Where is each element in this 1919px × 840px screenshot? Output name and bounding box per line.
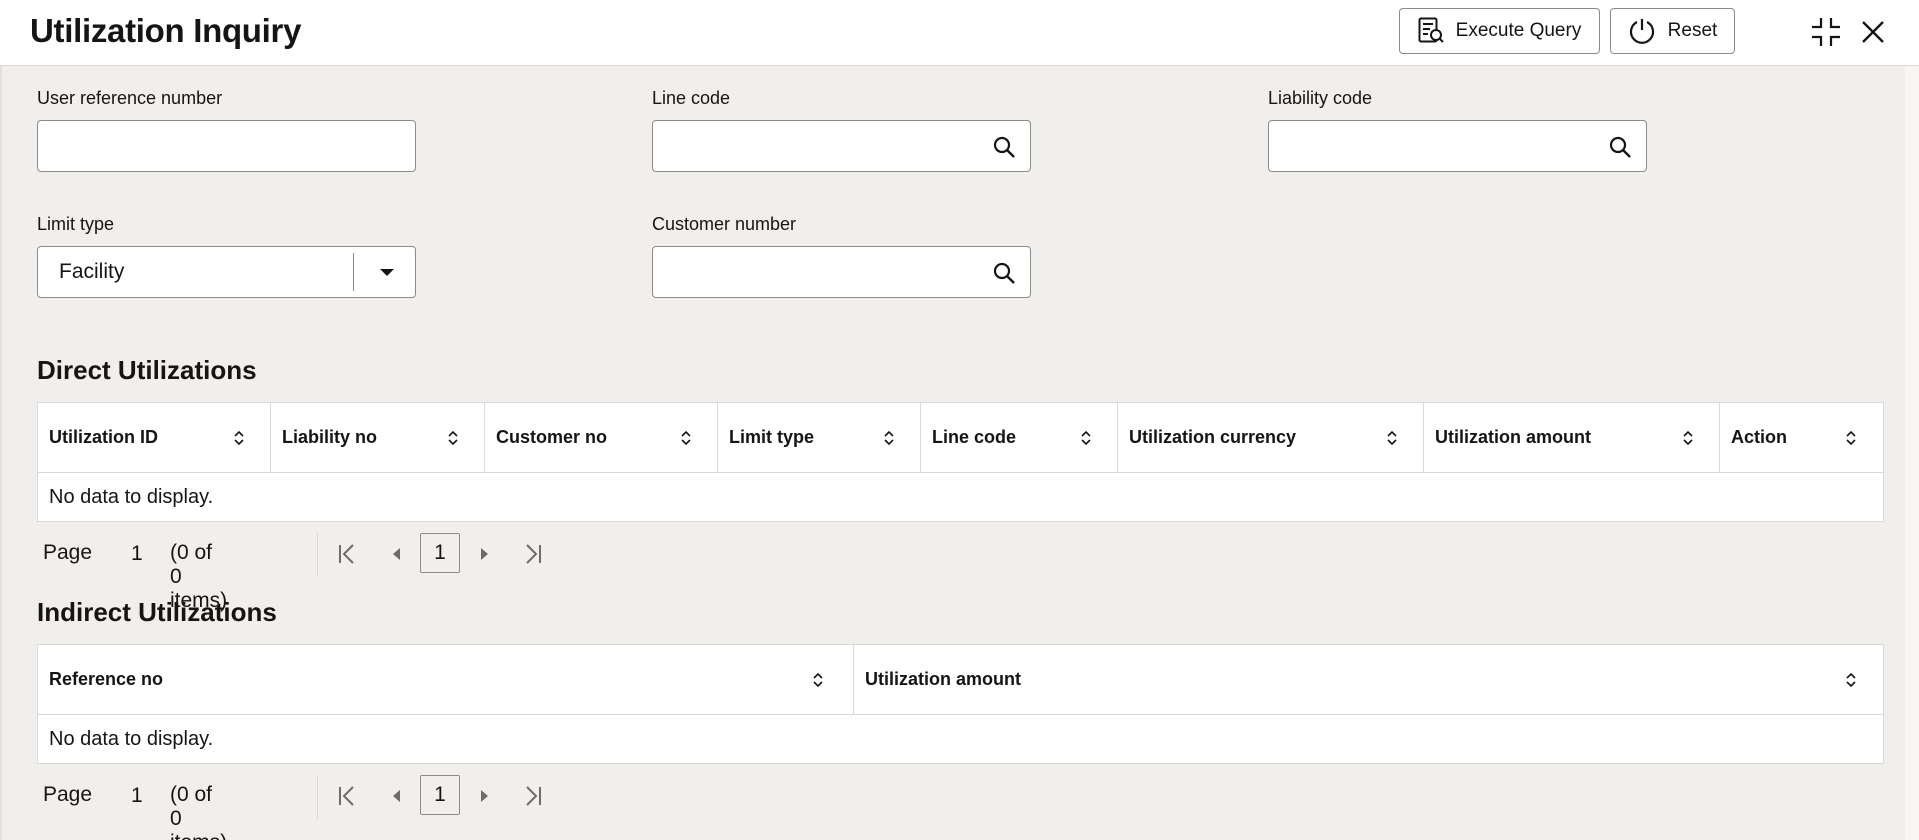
direct-utilizations-table: Utilization ID Liability no Customer no … (37, 402, 1884, 522)
line-code-label: Line code (652, 88, 731, 108)
limit-type-label: Limit type (37, 214, 115, 234)
sort-icon[interactable] (1682, 429, 1694, 447)
indirect-utilizations-table: Reference no Utilization amount No data … (37, 644, 1884, 764)
search-icon[interactable] (1608, 135, 1632, 159)
liability-code-label: Liability code (1268, 88, 1373, 108)
column-label: Liability no (282, 427, 378, 447)
column-label: Limit type (729, 427, 815, 447)
left-edge (0, 66, 2, 840)
sort-icon[interactable] (447, 429, 459, 447)
sort-icon[interactable] (1845, 429, 1857, 447)
close-icon[interactable] (1855, 14, 1891, 50)
reset-button[interactable]: Reset (1610, 8, 1735, 54)
first-page-icon[interactable] (337, 785, 359, 807)
previous-page-icon[interactable] (386, 543, 408, 565)
column-label: Utilization ID (49, 427, 158, 447)
column-label: Line code (932, 427, 1017, 447)
previous-page-icon[interactable] (386, 785, 408, 807)
line-code-input[interactable] (653, 121, 1030, 171)
sort-icon[interactable] (1080, 429, 1092, 447)
column-header[interactable]: Customer no (485, 403, 718, 473)
liability-code-field[interactable] (1268, 120, 1647, 172)
scroll-edge (1905, 66, 1919, 840)
page-title: Utilization Inquiry (30, 12, 302, 49)
next-page-icon[interactable] (473, 785, 495, 807)
column-label: Customer no (496, 427, 608, 447)
next-page-icon[interactable] (473, 543, 495, 565)
column-header[interactable]: Utilization amount (1424, 403, 1720, 473)
page-label: Page (43, 783, 93, 806)
items-count: (0 of 0 items) (170, 783, 227, 840)
table-header: Reference no Utilization amount (38, 645, 1883, 715)
first-page-icon[interactable] (337, 543, 359, 565)
limit-type-value: Facility (59, 260, 125, 283)
column-header[interactable]: Utilization currency (1118, 403, 1424, 473)
customer-number-field[interactable] (652, 246, 1031, 298)
column-header[interactable]: Line code (921, 403, 1118, 473)
search-icon[interactable] (992, 135, 1016, 159)
power-icon (1629, 19, 1654, 44)
limit-type-select[interactable]: Facility (37, 246, 416, 298)
column-header[interactable]: Reference no (38, 645, 854, 715)
column-label: Action (1731, 427, 1787, 447)
customer-number-label: Customer number (652, 214, 797, 234)
user-reference-field[interactable] (37, 120, 416, 172)
last-page-icon[interactable] (521, 543, 543, 565)
search-icon[interactable] (992, 261, 1016, 285)
column-label: Utilization amount (865, 669, 1021, 689)
execute-query-icon (1418, 17, 1444, 43)
sort-icon[interactable] (1845, 671, 1857, 689)
column-label: Utilization currency (1129, 427, 1297, 447)
sort-icon[interactable] (680, 429, 692, 447)
page-label: Page (43, 541, 93, 564)
user-reference-input[interactable] (38, 121, 415, 171)
select-divider (353, 253, 354, 291)
last-page-icon[interactable] (521, 785, 543, 807)
empty-message: No data to display. (49, 728, 214, 750)
empty-message: No data to display. (49, 486, 214, 508)
reset-label: Reset (1667, 20, 1718, 41)
indirect-utilizations-title: Indirect Utilizations (37, 597, 277, 627)
column-header[interactable]: Liability no (271, 403, 485, 473)
column-header[interactable]: Utilization ID (38, 403, 271, 473)
column-header[interactable]: Utilization amount (854, 645, 1883, 715)
column-header[interactable]: Limit type (718, 403, 921, 473)
sort-icon[interactable] (812, 671, 824, 689)
current-page-button[interactable]: 1 (420, 533, 460, 573)
execute-query-button[interactable]: Execute Query (1399, 8, 1600, 54)
user-reference-label: User reference number (37, 88, 223, 108)
collapse-icon[interactable] (1808, 14, 1844, 50)
liability-code-input[interactable] (1269, 121, 1646, 171)
direct-utilizations-title: Direct Utilizations (37, 355, 257, 385)
pager-divider (317, 775, 318, 819)
sort-icon[interactable] (1386, 429, 1398, 447)
page-number: 1 (131, 784, 143, 807)
pager-divider (317, 533, 318, 577)
table-header: Utilization ID Liability no Customer no … (38, 403, 1883, 473)
chevron-down-icon[interactable] (378, 265, 396, 279)
execute-query-label: Execute Query (1455, 20, 1582, 41)
customer-number-input[interactable] (653, 247, 1030, 297)
page-number: 1 (131, 542, 143, 565)
line-code-field[interactable] (652, 120, 1031, 172)
column-label: Reference no (49, 669, 164, 689)
column-header[interactable]: Action (1720, 403, 1883, 473)
sort-icon[interactable] (233, 429, 245, 447)
column-label: Utilization amount (1435, 427, 1591, 447)
header-bar: Utilization Inquiry Execute Query Reset (0, 0, 1919, 66)
sort-icon[interactable] (883, 429, 895, 447)
current-page-button[interactable]: 1 (420, 775, 460, 815)
